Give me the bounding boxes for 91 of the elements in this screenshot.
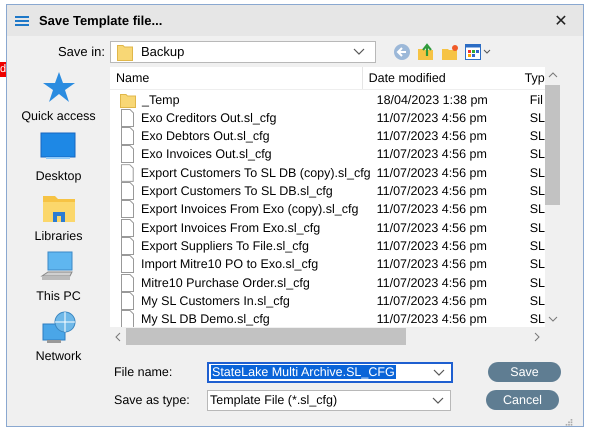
- file-icon: [120, 164, 135, 182]
- date-cell-text: 11/07/2023 4:56 pm: [376, 129, 488, 144]
- file-name[interactable]: My SL DB Demo.sl_cfg: [141, 312, 270, 326]
- column-header[interactable]: Typ: [520, 67, 545, 90]
- type-cell: SL: [530, 166, 545, 180]
- places-item[interactable]: This PC: [36, 247, 81, 304]
- file-icon: [120, 145, 135, 164]
- type-cell: SL: [530, 184, 545, 198]
- date-cell-text: 11/07/2023 4:56 pm: [376, 294, 488, 308]
- save-in-dropdown[interactable]: Backup: [110, 40, 376, 63]
- chevron-down-icon: [433, 368, 445, 376]
- file-icon: [120, 274, 135, 292]
- file-icon: [120, 218, 135, 237]
- chevron-down-icon: [432, 396, 444, 404]
- column-header[interactable]: Name: [110, 67, 363, 90]
- type-cell: SL: [530, 202, 545, 216]
- scroll-thumb[interactable]: [545, 85, 560, 206]
- date-cell-text: 11/07/2023 4:56 pm: [376, 276, 488, 290]
- file-name[interactable]: Export Invoices From Exo.sl_cfg: [141, 220, 320, 235]
- type-cell: SL: [530, 129, 545, 144]
- file-name[interactable]: Export Customers To SL DB.sl_cfg: [141, 184, 333, 198]
- new-folder-icon: [441, 42, 459, 61]
- folder-icon: [117, 42, 133, 61]
- up-folder-button[interactable]: [416, 42, 436, 62]
- places-item[interactable]: Network: [36, 307, 82, 364]
- file-name[interactable]: _Temp: [142, 92, 180, 107]
- tag-label: d: [0, 62, 6, 77]
- type-cell: SL: [530, 220, 545, 235]
- date-cell-text: 18/04/2023 1:38 pm: [376, 92, 489, 107]
- scroll-down-icon: [548, 316, 558, 322]
- file-name[interactable]: Import Mitre10 PO to Exo.sl_cfg: [141, 257, 318, 272]
- type-cell: SL: [530, 257, 545, 272]
- folder-icon: [120, 92, 136, 108]
- file-icon: [120, 255, 135, 274]
- close-button[interactable]: ✕: [539, 5, 583, 36]
- file-name-field[interactable]: StateLake Multi Archive.SL_CFG: [207, 362, 453, 383]
- places-item[interactable]: Quick access: [21, 67, 96, 124]
- file-icon: [120, 310, 135, 328]
- scroll-left-icon: [115, 332, 121, 342]
- date-cell-text: 11/07/2023 4:56 pm: [376, 184, 488, 198]
- folder-up-icon: [417, 42, 435, 61]
- back-button[interactable]: [392, 42, 412, 62]
- scroll-up-icon: [548, 72, 558, 78]
- save-in-label: Save in:: [57, 44, 106, 60]
- file-name[interactable]: My SL Customers In.sl_cfg: [141, 294, 290, 308]
- file-icon: [120, 127, 135, 146]
- type-cell: SL: [530, 294, 545, 308]
- date-cell-text: 11/07/2023 4:56 pm: [376, 220, 488, 235]
- file-icon: [120, 108, 135, 127]
- file-name[interactable]: Exo Invoices Out.sl_cfg: [141, 147, 272, 162]
- file-name[interactable]: Exo Creditors Out.sl_cfg: [141, 110, 276, 125]
- menu-icon: [15, 16, 29, 26]
- grid-view-icon: [465, 44, 491, 60]
- column-header[interactable]: Date modified: [362, 67, 521, 90]
- file-icon: [120, 292, 135, 310]
- type-cell-text: Fil: [530, 92, 544, 107]
- file-name[interactable]: Export Customers To SL DB (copy).sl_cfg: [140, 166, 371, 180]
- window-title: Save Template file...: [39, 13, 164, 28]
- places-item[interactable]: Libraries: [34, 187, 82, 244]
- date-cell-text: 11/07/2023 4:56 pm: [376, 202, 488, 216]
- file-name[interactable]: Export Suppliers To File.sl_cfg: [141, 238, 309, 253]
- scroll-right-icon: [534, 332, 540, 342]
- type-cell: SL: [530, 312, 545, 326]
- file-name-label: File name:: [114, 365, 174, 380]
- date-cell-text: 11/07/2023 4:56 pm: [376, 312, 488, 326]
- date-cell-text: 11/07/2023 4:56 pm: [376, 166, 488, 180]
- type-cell: SL: [530, 276, 545, 290]
- file-icon: [120, 200, 135, 218]
- type-cell: SL: [530, 110, 545, 125]
- save-as-type-label: Save as type:: [114, 393, 191, 408]
- resize-grip-icon: [565, 419, 573, 426]
- places-item[interactable]: Desktop: [36, 127, 82, 184]
- type-cell: SL: [530, 147, 545, 162]
- scroll-thumb[interactable]: [126, 328, 406, 346]
- type-cell: SL: [530, 238, 545, 253]
- file-name[interactable]: Exo Debtors Out.sl_cfg: [141, 129, 270, 144]
- view-menu-button[interactable]: [464, 42, 492, 61]
- date-cell-text: 11/07/2023 4:56 pm: [376, 147, 488, 162]
- network-icon: [40, 310, 76, 344]
- save-as-type-field[interactable]: Template File (*.sl_cfg): [207, 390, 451, 411]
- date-cell-text: 11/07/2023 4:56 pm: [376, 257, 488, 272]
- file-name[interactable]: Mitre10 Purchase Order.sl_cfg: [141, 276, 310, 290]
- save-button[interactable]: Save: [488, 362, 561, 382]
- date-cell-text: 11/07/2023 4:56 pm: [376, 238, 488, 253]
- star-icon: [40, 70, 76, 104]
- cancel-button[interactable]: Cancel: [486, 390, 559, 410]
- file-name[interactable]: Export Invoices From Exo (copy).sl_cfg: [141, 202, 358, 216]
- file-icon: [120, 182, 135, 200]
- date-cell-text: 11/07/2023 4:56 pm: [376, 110, 488, 125]
- file-icon: [120, 236, 135, 255]
- chevron-down-icon: [353, 48, 365, 56]
